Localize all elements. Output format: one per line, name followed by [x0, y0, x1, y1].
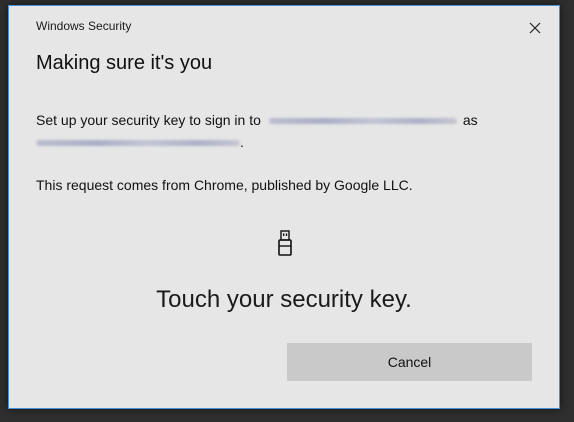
message-as: as: [462, 112, 478, 128]
redacted-email: [36, 140, 240, 147]
touch-key-instruction: Touch your security key.: [156, 286, 412, 313]
message-prefix: Set up your security key to sign in to: [36, 112, 261, 128]
security-dialog: Windows Security Making sure it's you Se…: [8, 5, 560, 409]
title-bar: Windows Security: [9, 6, 559, 40]
message-end: .: [240, 134, 244, 150]
redacted-domain: [268, 118, 457, 125]
usb-security-key-icon: [278, 230, 292, 256]
request-origin-text: This request comes from Chrome, publishe…: [36, 177, 413, 193]
sign-in-message: Set up your security key to sign in to as…: [36, 109, 536, 153]
cancel-button[interactable]: Cancel: [287, 343, 532, 381]
dialog-heading: Making sure it's you: [36, 52, 213, 74]
close-button[interactable]: [519, 14, 551, 42]
close-icon: [529, 22, 541, 34]
window-title: Windows Security: [36, 19, 132, 33]
